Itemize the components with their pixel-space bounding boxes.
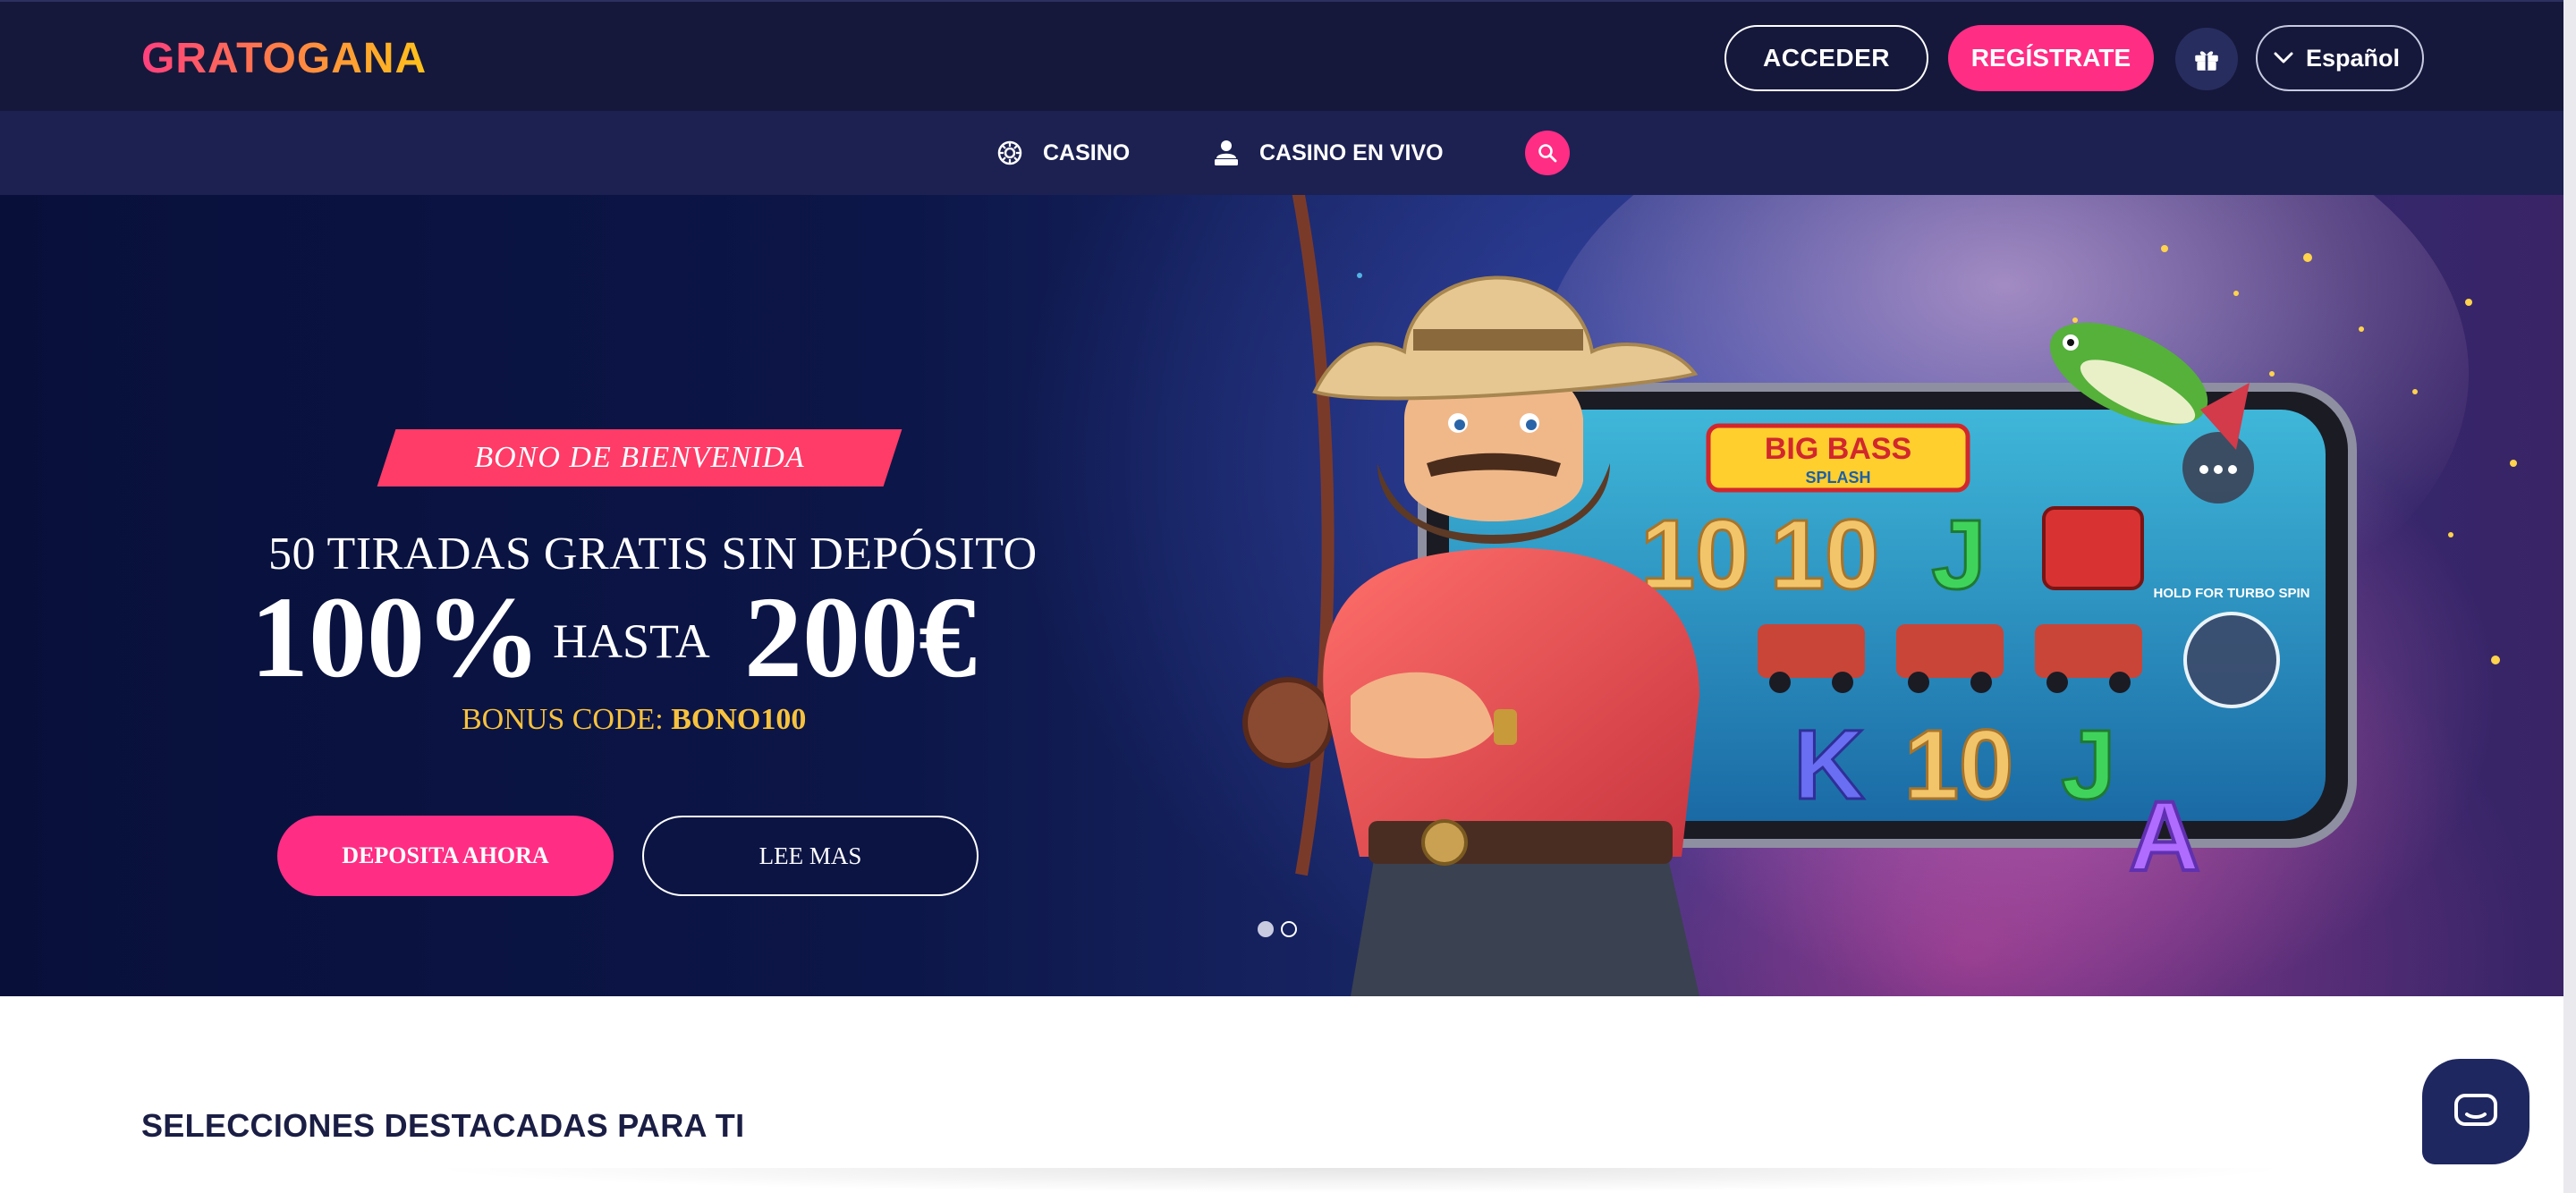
page-scrollbar[interactable]	[2563, 0, 2576, 1193]
chat-button[interactable]	[2422, 1059, 2529, 1164]
bonus-percent: 100%	[250, 573, 541, 702]
turbo-spin-label: HOLD FOR TURBO SPIN	[2154, 586, 2310, 601]
chevron-down-icon	[2274, 52, 2293, 63]
carousel-shadow	[420, 1168, 2299, 1193]
chat-bubble-icon	[2454, 1094, 2497, 1126]
bonus-hasta: HASTA	[553, 614, 710, 668]
bonus-code-line: BONUS CODE: BONO100	[462, 703, 806, 737]
read-more-button[interactable]: LEE MAS	[642, 816, 979, 896]
top-header: GRATOGANA ACCEDER REGÍSTRATE Español	[0, 0, 2576, 111]
reel-symbol: K	[1793, 710, 1864, 820]
login-button[interactable]: ACCEDER	[1724, 25, 1928, 91]
roulette-icon	[997, 140, 1022, 165]
hero-promo: BONO DE BIENVENIDA 50 TIRADAS GRATIS SIN…	[0, 195, 1163, 996]
nav-label-casino-en-vivo: CASINO EN VIVO	[1259, 140, 1444, 165]
main-nav: CASINO CASINO EN VIVO	[0, 111, 2576, 195]
reel-symbol: J	[2061, 710, 2115, 820]
deposit-now-button[interactable]: DEPOSITA AHORA	[277, 816, 614, 896]
hero-illustration: BIG BASS SPLASH 10 10 J K 10 J A HOLD FO…	[1242, 195, 2517, 996]
carousel-dot-1[interactable]	[1258, 921, 1274, 937]
site-logo[interactable]: GRATOGANA	[141, 36, 427, 82]
reel-symbol: 10	[1904, 710, 2013, 820]
carousel-dot-2[interactable]	[1281, 921, 1297, 937]
reel-symbol: 10	[1770, 500, 1879, 610]
hero-banner[interactable]: BIG BASS SPLASH 10 10 J K 10 J A HOLD FO…	[0, 195, 2576, 996]
nav-item-casino-en-vivo[interactable]: CASINO EN VIVO	[1213, 111, 1444, 195]
nav-item-casino[interactable]: CASINO	[996, 111, 1130, 195]
reel-symbol: A	[2129, 782, 2199, 892]
bonus-code-label: BONUS CODE:	[462, 703, 664, 736]
bonus-code-value: BONO100	[671, 703, 807, 736]
bonus-amount: 200€	[744, 573, 977, 702]
language-label: Español	[2306, 44, 2401, 72]
language-select[interactable]: Español	[2256, 25, 2424, 91]
carousel-dots	[1258, 921, 1297, 937]
search-button[interactable]	[1525, 131, 1570, 175]
register-button[interactable]: REGÍSTRATE	[1948, 25, 2154, 91]
live-dealer-icon	[1215, 140, 1238, 165]
featured-section-title: SELECCIONES DESTACADAS PARA TI	[141, 1107, 745, 1144]
game-subtitle: SPLASH	[1805, 469, 1870, 487]
reel-symbol: J	[1931, 500, 1986, 610]
welcome-ribbon-text: BONO DE BIENVENIDA	[474, 441, 805, 474]
gift-button[interactable]	[2175, 28, 2238, 90]
gift-icon	[2195, 51, 2218, 71]
nav-label-casino: CASINO	[1043, 140, 1131, 165]
search-icon	[1538, 144, 1557, 163]
game-title: BIG BASS	[1765, 432, 1911, 466]
